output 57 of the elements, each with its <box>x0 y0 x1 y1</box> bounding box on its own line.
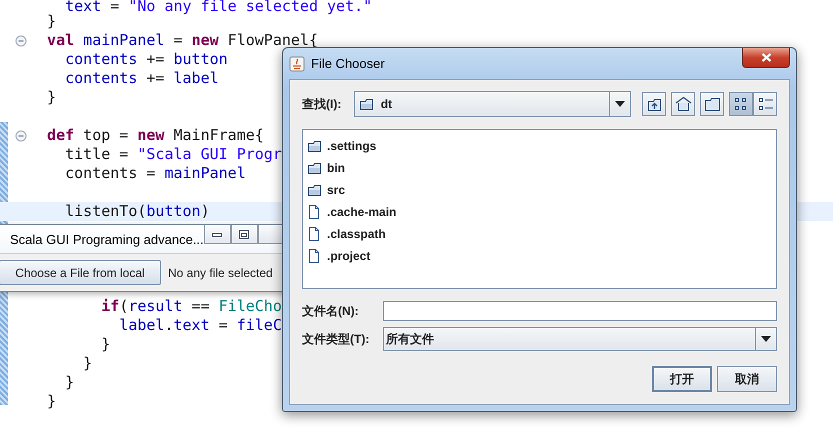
code-line: contents += label <box>64 69 219 88</box>
code-line: def top = new MainFrame{ <box>46 126 264 145</box>
file-type-dropdown[interactable]: 所有文件 <box>383 327 777 351</box>
toolbar-button[interactable] <box>671 92 695 116</box>
code-line: } <box>46 12 56 31</box>
dialog-title: File Chooser <box>311 56 385 71</box>
code-line: } <box>100 335 110 354</box>
toolbar-button[interactable] <box>700 92 724 116</box>
cancel-button[interactable]: 取消 <box>717 366 777 392</box>
code-line: contents += button <box>64 50 228 69</box>
look-in-dropdown[interactable]: dt <box>354 91 631 117</box>
folder-icon <box>358 97 375 111</box>
file-item[interactable]: .cache-main <box>327 205 396 219</box>
restore-icon <box>239 230 250 238</box>
code-line: label.text = fileC <box>118 316 282 335</box>
status-label: No any file selected <box>168 266 273 280</box>
home-icon <box>674 95 692 113</box>
toolbar-button[interactable] <box>729 92 753 116</box>
window-title: Scala GUI Programing advance... <box>10 232 204 246</box>
look-in-label: 查找(I): <box>302 96 342 112</box>
code-line: contents = mainPanel <box>64 164 246 183</box>
close-button[interactable] <box>742 48 790 68</box>
minimize-button[interactable] <box>204 225 231 244</box>
file-type-value: 所有文件 <box>386 330 434 348</box>
code-line: } <box>82 354 92 373</box>
file-item[interactable]: .classpath <box>327 227 386 241</box>
restore-button[interactable] <box>230 225 258 244</box>
code-line: val mainPanel = new FlowPanel{ <box>46 31 318 50</box>
fold-icon[interactable] <box>15 35 27 47</box>
code-line: listenTo(button) <box>64 202 210 221</box>
folder-name: dt <box>380 97 392 111</box>
minimize-icon <box>212 230 222 238</box>
code-line: } <box>64 373 74 392</box>
file-item[interactable]: .settings <box>327 139 376 153</box>
close-icon <box>760 53 772 62</box>
file-name-label: 文件名(N): <box>302 302 360 320</box>
code-line: } <box>46 88 56 107</box>
folder-icon <box>702 95 722 113</box>
choose-file-button[interactable]: Choose a File from local <box>0 260 161 285</box>
app-icon <box>289 56 305 72</box>
fold-icon[interactable] <box>15 130 27 142</box>
folder-icon <box>307 161 323 175</box>
file-type-label: 文件类型(T): <box>302 330 370 348</box>
open-button[interactable]: 打开 <box>652 366 712 392</box>
folder-icon <box>307 183 323 197</box>
file-item[interactable]: src <box>327 183 346 197</box>
dropdown-arrow-icon <box>615 101 625 107</box>
dropdown-arrow-icon <box>761 336 771 342</box>
toolbar-button[interactable] <box>642 92 666 116</box>
code-line: } <box>46 392 56 411</box>
code-line: if(result == FileCho <box>100 297 282 316</box>
code-line: title = "Scala GUI Progr <box>64 145 282 164</box>
file-name-field[interactable] <box>383 301 777 321</box>
folder-icon <box>307 139 323 153</box>
toolbar-button[interactable] <box>753 92 777 116</box>
file-item[interactable]: .project <box>327 249 370 263</box>
file-item[interactable]: bin <box>327 161 345 175</box>
